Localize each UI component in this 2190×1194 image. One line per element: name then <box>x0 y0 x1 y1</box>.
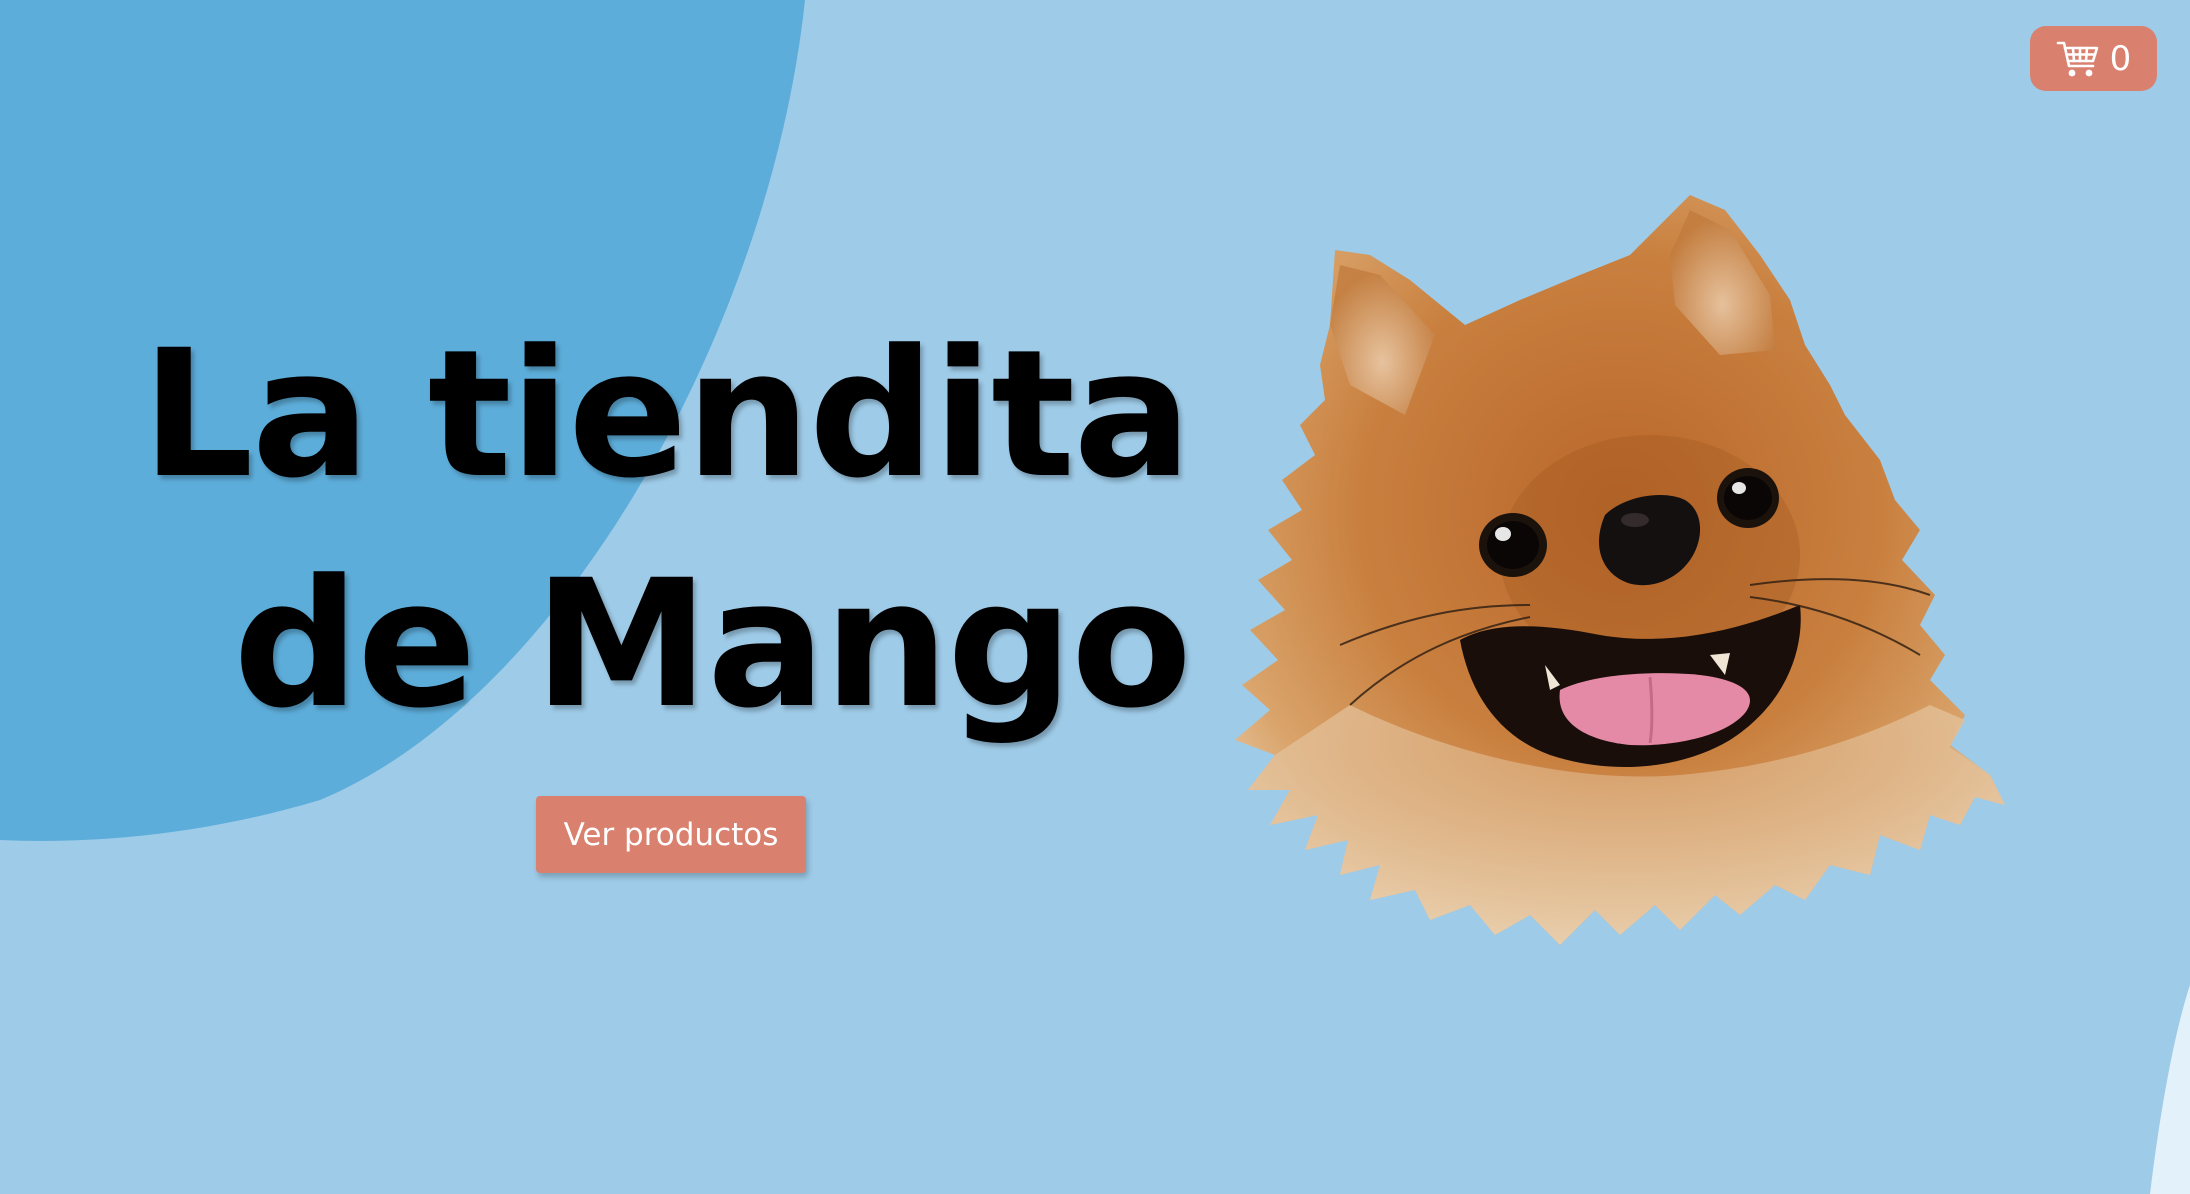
page-title: La tiendita de Mango <box>100 300 1192 760</box>
cart-button[interactable]: 0 <box>2030 26 2157 91</box>
dog-right-eye <box>1717 468 1779 528</box>
shopping-cart-icon <box>2056 41 2098 76</box>
cart-count: 0 <box>2109 38 2132 79</box>
page-title-line-1: La tiendita <box>141 312 1192 517</box>
view-products-button[interactable]: Ver productos <box>536 796 806 873</box>
background-blob-bottom-right <box>2150 985 2190 1194</box>
dog-left-eye <box>1479 513 1547 577</box>
hero-section: 0 La tiendita de Mango Ver productos <box>0 0 2190 1194</box>
pomeranian-dog-image <box>1235 195 2005 945</box>
page-title-line-2: de Mango <box>233 542 1192 747</box>
